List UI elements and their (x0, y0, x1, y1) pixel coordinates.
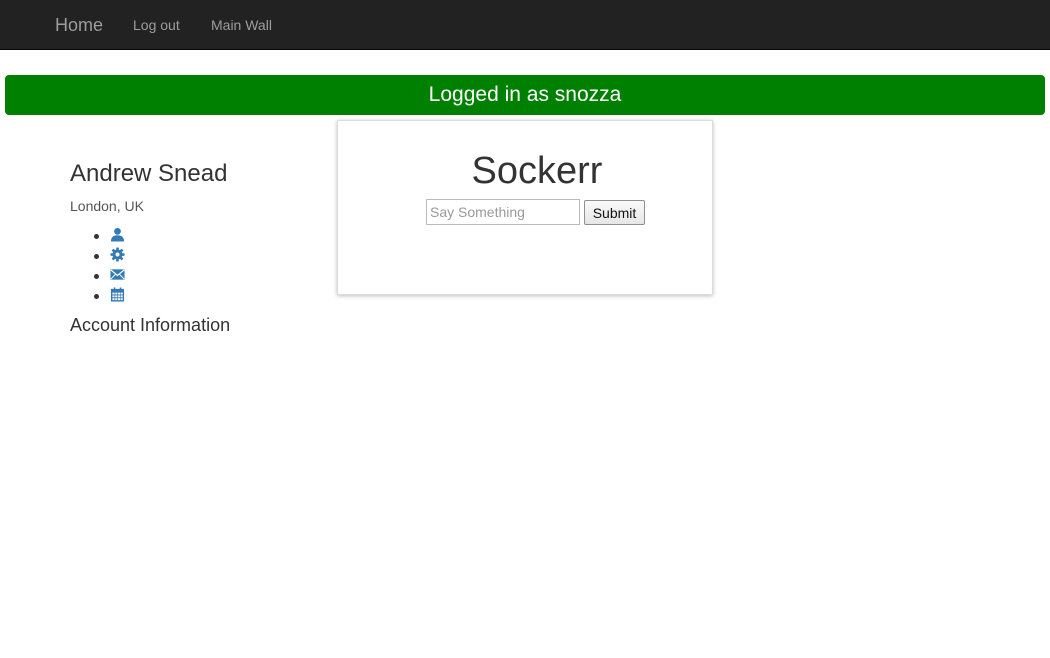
list-item (70, 285, 150, 305)
profile-location: London, UK (70, 198, 144, 214)
list-item (70, 265, 150, 285)
top-navbar: Home Log out Main Wall (0, 0, 1050, 50)
user-icon[interactable] (110, 227, 125, 242)
nav-logout-link[interactable]: Log out (133, 0, 180, 50)
account-information-heading: Account Information (70, 315, 231, 335)
list-item (70, 225, 150, 245)
envelope-icon[interactable] (110, 267, 125, 282)
profile-name: Andrew Snead (70, 160, 228, 187)
app-title: Sockerr (471, 150, 603, 192)
calendar-icon[interactable] (110, 287, 125, 302)
submit-button[interactable]: Submit (584, 200, 645, 225)
nav-main-wall-link[interactable]: Main Wall (211, 0, 272, 50)
cog-icon[interactable] (110, 247, 125, 262)
say-something-input[interactable] (426, 199, 580, 225)
wall-post-card: Sockerr Submit (337, 120, 713, 295)
profile-icon-list (70, 225, 150, 305)
profile-panel: Andrew Snead London, UK Account Informat… (70, 155, 330, 335)
nav-home-link[interactable]: Home (55, 0, 103, 50)
list-item (70, 245, 150, 265)
login-status-alert: Logged in as snozza (5, 75, 1045, 115)
